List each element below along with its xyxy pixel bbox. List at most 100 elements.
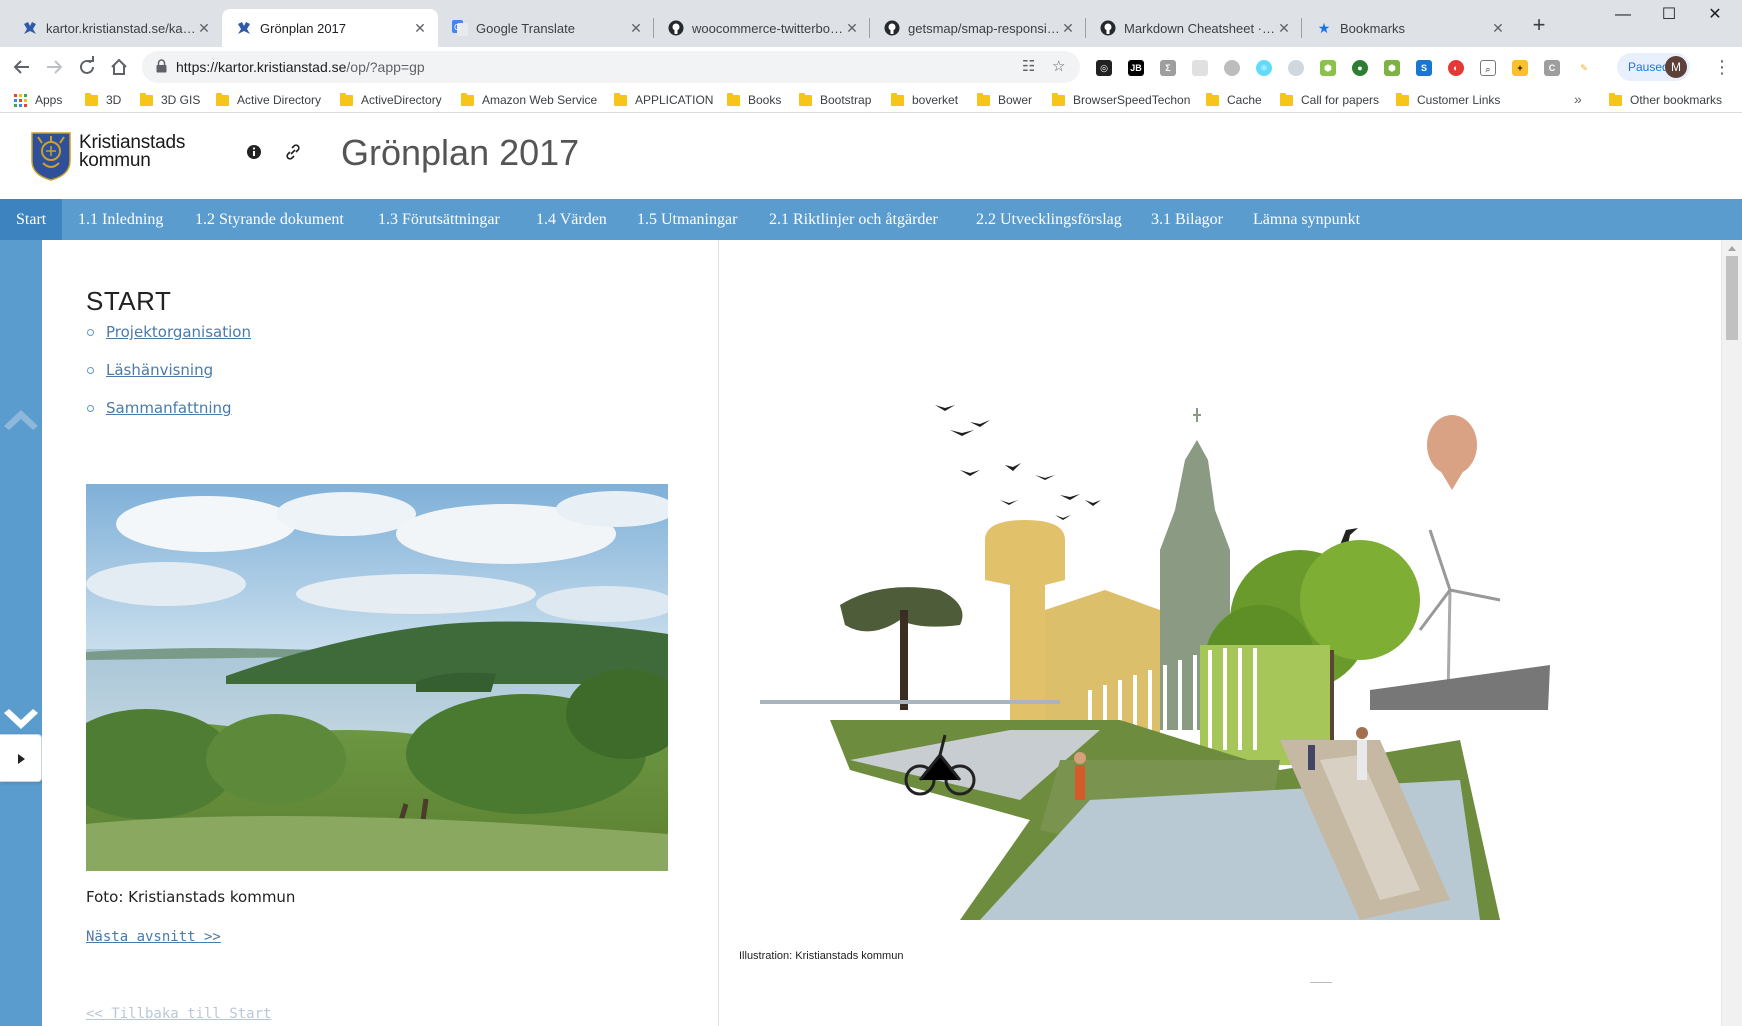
bookmark-folder[interactable]: ActiveDirectory bbox=[340, 91, 442, 109]
minimize-button[interactable]: — bbox=[1600, 0, 1646, 30]
bookmark-folder[interactable]: Cache bbox=[1206, 91, 1262, 109]
tab-close-icon[interactable]: ✕ bbox=[1276, 20, 1292, 36]
folder-icon bbox=[614, 92, 627, 106]
browser-tab[interactable]: woocommerce-twitterbootst ✕ bbox=[654, 9, 870, 47]
svg-text:G: G bbox=[454, 23, 460, 32]
scrollbar-thumb[interactable] bbox=[1726, 256, 1738, 340]
extension-icon[interactable] bbox=[1224, 60, 1240, 76]
bookmark-folder[interactable]: boverket bbox=[891, 91, 958, 109]
nav-item-start[interactable]: Start bbox=[0, 199, 63, 240]
nav-item-forutsattningar[interactable]: 1.3 Förutsättningar bbox=[378, 199, 500, 240]
tab-close-icon[interactable]: ✕ bbox=[844, 20, 860, 36]
extension-icon[interactable]: Σ bbox=[1160, 60, 1176, 76]
browser-tab[interactable]: getsmap/smap-responsive: / ✕ bbox=[870, 9, 1086, 47]
back-button[interactable] bbox=[8, 53, 36, 81]
caret-right-icon bbox=[18, 754, 25, 764]
tab-close-icon[interactable]: ✕ bbox=[628, 20, 644, 36]
forward-button[interactable] bbox=[40, 53, 68, 81]
extension-icon[interactable]: ⬢ bbox=[1320, 60, 1336, 76]
extension-icon[interactable]: C bbox=[1544, 60, 1560, 76]
address-bar[interactable]: https://kartor.kristianstad.se/op/?app=g… bbox=[142, 51, 1080, 83]
extension-icon[interactable] bbox=[1288, 60, 1304, 76]
info-icon[interactable] bbox=[245, 143, 263, 161]
tab-close-icon[interactable]: ✕ bbox=[1060, 20, 1076, 36]
folder-icon bbox=[1052, 92, 1065, 106]
jetbrains-extension-icon[interactable]: JB bbox=[1128, 60, 1144, 76]
extension-icon[interactable]: + bbox=[1512, 60, 1528, 76]
bookmark-folder[interactable]: Amazon Web Service bbox=[461, 91, 597, 109]
browser-tab[interactable]: Markdown Cheatsheet · ada ✕ bbox=[1086, 9, 1302, 47]
tab-close-icon[interactable]: ✕ bbox=[1490, 20, 1506, 36]
nav-item-bilagor[interactable]: 3.1 Bilagor bbox=[1151, 199, 1223, 240]
bookmark-label: Active Directory bbox=[237, 93, 322, 107]
extension-icon[interactable]: ● bbox=[1352, 60, 1368, 76]
reload-button[interactable] bbox=[73, 53, 101, 81]
bookmark-apps[interactable]: Apps bbox=[14, 91, 62, 109]
more-bookmarks-chevron-icon[interactable]: » bbox=[1574, 91, 1582, 107]
nav-item-utmaningar[interactable]: 1.5 Utmaningar bbox=[637, 199, 737, 240]
browser-tab[interactable]: ★ Bookmarks ✕ bbox=[1302, 9, 1516, 47]
nav-item-lamna-synpunkt[interactable]: Lämna synpunkt bbox=[1253, 199, 1360, 240]
kristianstad-crest-icon[interactable] bbox=[30, 131, 72, 181]
tab-label: getsmap/smap-responsive: / bbox=[908, 20, 1060, 36]
nav-item-utvecklingsforslag[interactable]: 2.2 Utvecklingsförslag bbox=[976, 199, 1122, 240]
bookmark-folder[interactable]: Active Directory bbox=[216, 91, 321, 109]
link-icon[interactable] bbox=[284, 143, 302, 161]
divider bbox=[1310, 982, 1332, 983]
bookmark-folder[interactable]: Books bbox=[727, 91, 781, 109]
extension-icon[interactable]: ◎ bbox=[1096, 60, 1112, 76]
extension-icon[interactable] bbox=[1192, 60, 1208, 76]
browser-tab[interactable]: kartor.kristianstad.se/kartor.k ✕ bbox=[8, 9, 222, 47]
folder-icon bbox=[340, 92, 353, 106]
profile-paused-button[interactable]: Paused M bbox=[1617, 53, 1690, 81]
bookmark-folder[interactable]: APPLICATION bbox=[614, 91, 713, 109]
tab-close-icon[interactable]: ✕ bbox=[412, 20, 428, 36]
toc-link-projektorganisation[interactable]: Projektorganisation bbox=[106, 323, 251, 341]
bookmark-folder[interactable]: 3D bbox=[85, 91, 121, 109]
toc-link-lashanvisning[interactable]: Läshänvisning bbox=[106, 361, 213, 379]
tab-label: Bookmarks bbox=[1340, 20, 1406, 36]
bookmark-folder[interactable]: Bootstrap bbox=[799, 91, 871, 109]
scroll-up-arrow-icon[interactable] bbox=[1728, 246, 1736, 251]
back-to-start-link[interactable]: << Tillbaka till Start bbox=[86, 1006, 271, 1022]
new-tab-button[interactable]: + bbox=[1526, 13, 1552, 39]
tab-label: Grönplan 2017 bbox=[260, 20, 347, 36]
bookmark-folder[interactable]: BrowserSpeedTechon bbox=[1052, 91, 1190, 109]
nav-item-varden[interactable]: 1.4 Värden bbox=[536, 199, 607, 240]
scrollbar[interactable] bbox=[1721, 240, 1742, 1026]
browser-tab-active[interactable]: Grönplan 2017 ✕ bbox=[222, 9, 438, 47]
browser-tab[interactable]: G Google Translate ✕ bbox=[438, 9, 654, 47]
next-section-link[interactable]: Nästa avsnitt >> bbox=[86, 929, 221, 945]
paused-label: Paused bbox=[1628, 60, 1669, 74]
home-button[interactable] bbox=[105, 53, 133, 81]
toc-link-sammanfattning[interactable]: Sammanfattning bbox=[106, 399, 232, 417]
logo-wordmark[interactable]: Kristianstads kommun bbox=[79, 133, 185, 170]
nav-item-styrande-dokument[interactable]: 1.2 Styrande dokument bbox=[195, 199, 344, 240]
tab-close-icon[interactable]: ✕ bbox=[196, 20, 212, 36]
maximize-button[interactable]: ☐ bbox=[1646, 0, 1692, 30]
translate-page-icon[interactable]: ☷ bbox=[1022, 59, 1035, 75]
toggle-map-button[interactable] bbox=[0, 734, 42, 782]
extension-icon[interactable]: ✎ bbox=[1576, 60, 1592, 76]
tab-label: Google Translate bbox=[476, 20, 576, 36]
github-icon bbox=[668, 20, 684, 36]
react-devtools-icon[interactable]: ⚛ bbox=[1256, 60, 1272, 76]
browser-menu-button[interactable]: ⋮ bbox=[1710, 55, 1734, 79]
extension-icon[interactable]: S bbox=[1416, 60, 1432, 76]
other-bookmarks-folder[interactable]: Other bookmarks bbox=[1609, 91, 1722, 109]
bookmark-folder[interactable]: 3D GIS bbox=[140, 91, 200, 109]
bookmark-star-icon[interactable]: ☆ bbox=[1052, 59, 1065, 75]
extension-icon[interactable]: ⬢ bbox=[1384, 60, 1400, 76]
magnifier-extension-icon[interactable]: ⌕ bbox=[1480, 60, 1496, 76]
bookmark-folder[interactable]: Bower bbox=[977, 91, 1032, 109]
close-window-button[interactable]: ✕ bbox=[1692, 0, 1738, 30]
chevron-down-icon[interactable] bbox=[0, 701, 42, 741]
nav-item-riktlinjer[interactable]: 2.1 Riktlinjer och åtgärder bbox=[769, 199, 938, 240]
bookmark-folder[interactable]: Call for papers bbox=[1280, 91, 1379, 109]
tab-label: woocommerce-twitterbootst bbox=[692, 20, 844, 36]
url-text: https://kartor.kristianstad.se/op/?app=g… bbox=[176, 59, 425, 75]
chevron-up-icon[interactable] bbox=[0, 398, 42, 438]
bookmark-folder[interactable]: Customer Links bbox=[1396, 91, 1500, 109]
nav-item-inledning[interactable]: 1.1 Inledning bbox=[78, 199, 163, 240]
extension-icon[interactable]: ◐ bbox=[1448, 60, 1464, 76]
